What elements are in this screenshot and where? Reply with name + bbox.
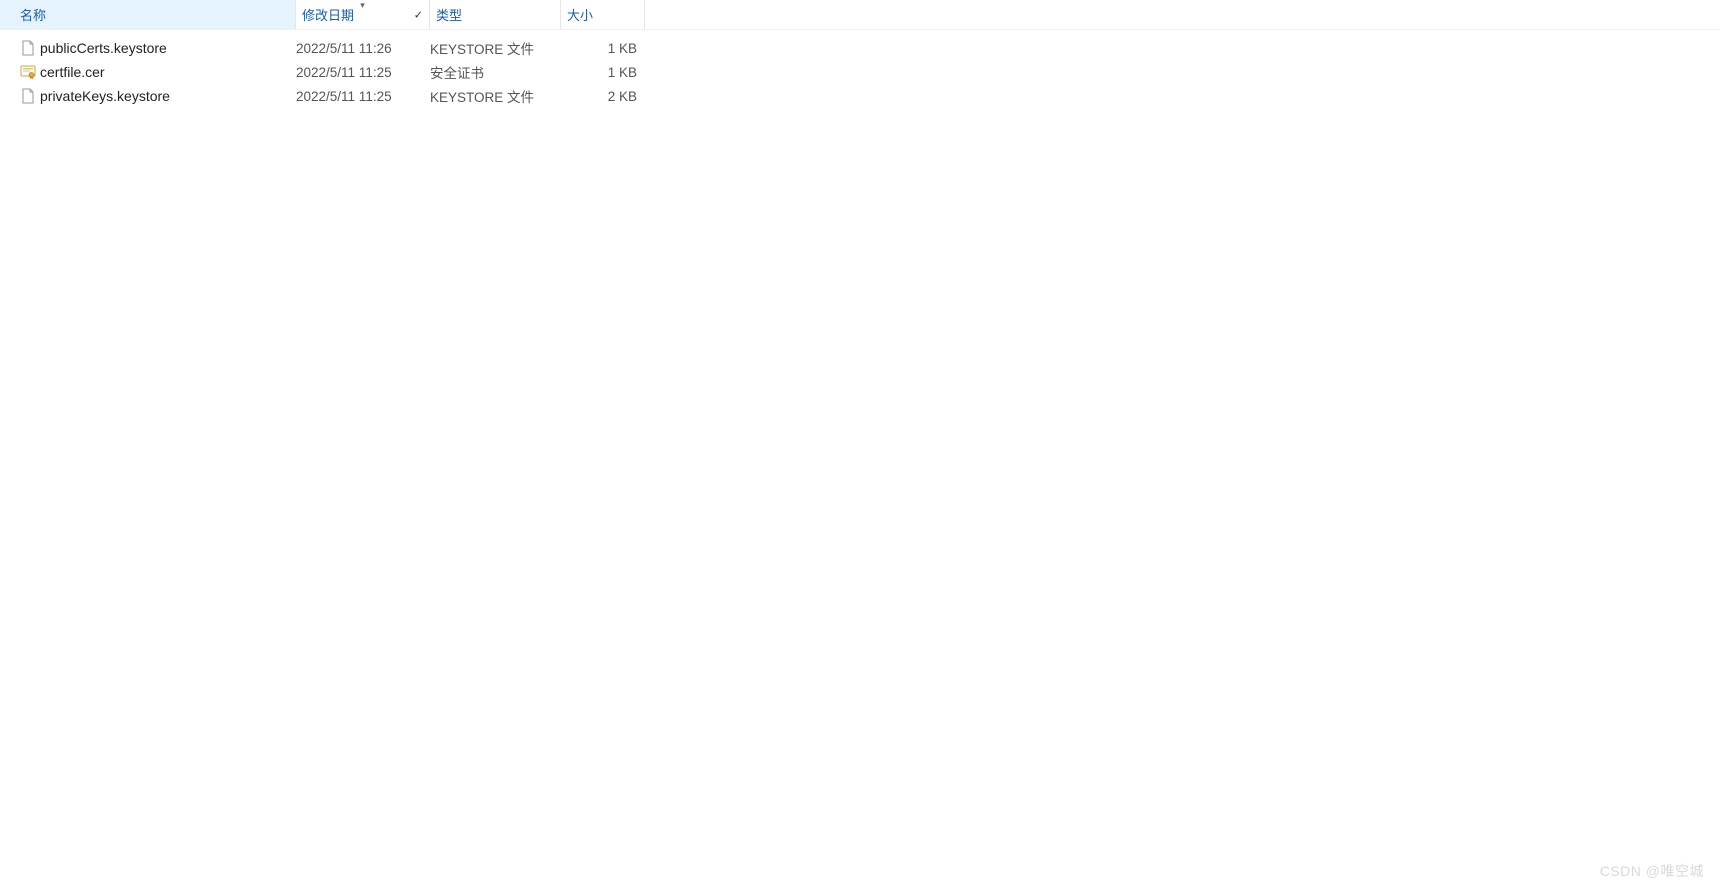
column-header-size[interactable]: 大小 [561,0,645,29]
file-type: KEYSTORE 文件 [430,86,561,106]
column-header-type-label: 类型 [436,5,462,24]
file-size: 1 KB [561,41,645,56]
file-date: 2022/5/11 11:25 [296,89,430,104]
file-type: KEYSTORE 文件 [430,38,561,58]
column-header-row: 名称 修改日期 ▾ ✓ 类型 大小 [0,0,1720,30]
file-row[interactable]: publicCerts.keystore 2022/5/11 11:26 KEY… [0,36,1720,60]
file-size: 2 KB [561,89,645,104]
file-size: 1 KB [561,65,645,80]
column-header-date[interactable]: 修改日期 ▾ ✓ [296,0,430,29]
column-header-size-label: 大小 [567,5,593,24]
check-icon: ✓ [414,8,423,21]
file-row[interactable]: privateKeys.keystore 2022/5/11 11:25 KEY… [0,84,1720,108]
file-type: 安全证书 [430,62,561,82]
file-row[interactable]: certfile.cer 2022/5/11 11:25 安全证书 1 KB [0,60,1720,84]
certificate-icon [20,64,40,80]
file-name: privateKeys.keystore [40,88,296,104]
column-header-name[interactable]: 名称 [0,0,296,29]
sort-descending-icon: ▾ [360,0,365,11]
file-date: 2022/5/11 11:26 [296,41,430,56]
file-name: certfile.cer [40,64,296,80]
blank-file-icon [20,88,40,104]
column-header-date-label: 修改日期 [302,5,354,24]
file-list: publicCerts.keystore 2022/5/11 11:26 KEY… [0,30,1720,108]
column-header-type[interactable]: 类型 [430,0,561,29]
file-name: publicCerts.keystore [40,40,296,56]
column-header-name-label: 名称 [20,5,46,24]
file-date: 2022/5/11 11:25 [296,65,430,80]
blank-file-icon [20,40,40,56]
watermark-text: CSDN @唯空城 [1600,861,1704,881]
